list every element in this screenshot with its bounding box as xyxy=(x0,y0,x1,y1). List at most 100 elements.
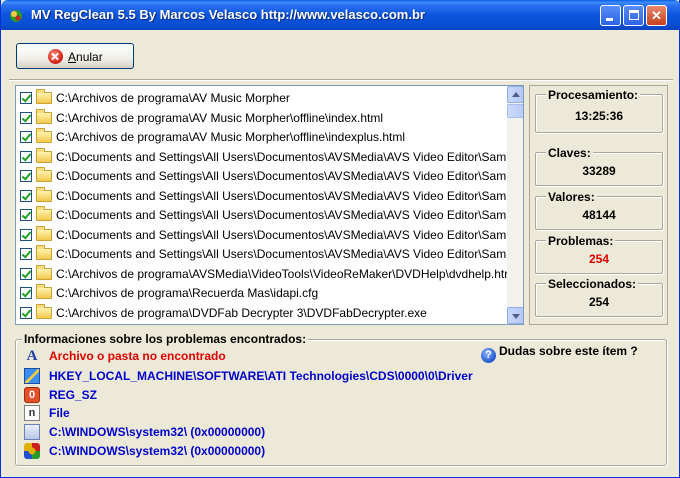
file-icon: n xyxy=(24,405,40,421)
folder-icon xyxy=(36,167,52,182)
checkbox[interactable] xyxy=(20,92,32,104)
title-bar[interactable]: MV RegClean 5.5 By Marcos Velasco http:/… xyxy=(1,0,680,30)
info-text: REG_SZ xyxy=(49,388,98,402)
folder-icon xyxy=(36,128,52,143)
close-icon: ✕ xyxy=(651,8,662,23)
stat-seleccionados: Seleccionados: 254 xyxy=(535,277,663,317)
folder-icon xyxy=(36,206,52,221)
checkbox[interactable] xyxy=(20,248,32,260)
close-button[interactable]: ✕ xyxy=(646,5,667,26)
item-path: C:\Archivos de programa\DVDFab Decrypter… xyxy=(56,305,427,320)
info-title: Informaciones sobre los problemas encont… xyxy=(22,332,309,346)
stat-value: 33289 xyxy=(582,164,616,178)
list-item[interactable]: C:\Archivos de programa\AVSMedia\VideoTo… xyxy=(16,264,509,284)
item-path: C:\Archivos de programa\AV Music Morpher xyxy=(56,91,290,105)
folder-icon xyxy=(36,225,52,241)
list-item[interactable]: C:\Archivos de programa\DVDFab Decrypter… xyxy=(16,303,506,323)
folder-icon xyxy=(36,108,52,124)
item-path: C:\Documents and Settings\All Users\Docu… xyxy=(56,247,513,261)
checkbox[interactable] xyxy=(20,189,32,202)
info-panel: Informaciones sobre los problemas encont… xyxy=(15,332,667,466)
document-icon xyxy=(24,424,40,440)
checkbox[interactable] xyxy=(20,306,32,319)
item-path: C:\Documents and Settings\All Users\Docu… xyxy=(56,208,513,222)
item-path: C:\Documents and Settings\All Users\Docu… xyxy=(56,149,513,164)
item-path: C:\Archivos de programa\AVSMedia\VideoTo… xyxy=(56,266,509,281)
stat-problemas: Problemas: 254 xyxy=(535,234,663,274)
folder-icon xyxy=(36,147,52,163)
item-path: C:\Archivos de programa\AV Music Morpher… xyxy=(56,110,384,125)
checkbox[interactable] xyxy=(20,267,32,280)
scroll-down-button[interactable] xyxy=(507,307,523,324)
info-text: C:\WINDOWS\system32\ (0x00000000) xyxy=(49,425,266,439)
info-text: HKEY_LOCAL_MACHINE\SOFTWARE\ATI Technolo… xyxy=(49,369,473,383)
registry-key-icon xyxy=(24,368,40,384)
checkbox[interactable] xyxy=(20,228,32,241)
window-title: MV RegClean 5.5 By Marcos Velasco http:/… xyxy=(31,7,425,22)
component-icon xyxy=(24,443,40,459)
info-text: C:\WINDOWS\system32\ (0x00000000) xyxy=(49,444,266,458)
stat-claves: Claves: 33289 xyxy=(535,146,663,186)
checkbox[interactable] xyxy=(20,287,32,299)
folder-icon xyxy=(36,245,52,260)
list-item[interactable]: C:\Documents and Settings\All Users\Docu… xyxy=(16,225,513,245)
checkbox[interactable] xyxy=(20,131,32,143)
letter-a-icon: A xyxy=(26,348,38,364)
checkbox[interactable] xyxy=(20,209,32,221)
list-item[interactable]: C:\Archivos de programa\Recuerda Mas\ida… xyxy=(16,283,506,303)
folder-icon xyxy=(36,186,52,202)
stat-label: Procesamiento: xyxy=(546,88,641,102)
help-label: Dudas sobre este ítem ? xyxy=(499,344,638,358)
divider xyxy=(9,79,673,81)
stat-value: 48144 xyxy=(582,208,616,222)
stats-panel: Procesamiento: 13:25:36 Claves: 33289 Va… xyxy=(529,85,668,325)
scroll-thumb[interactable] xyxy=(507,104,523,118)
chevron-down-icon xyxy=(512,314,520,319)
list-item[interactable]: C:\Documents and Settings\All Users\Docu… xyxy=(16,186,513,206)
checkbox[interactable] xyxy=(20,170,32,182)
stat-label: Valores: xyxy=(546,190,597,204)
list-item[interactable]: C:\Documents and Settings\All Users\Docu… xyxy=(16,205,513,225)
app-window: MV RegClean 5.5 By Marcos Velasco http:/… xyxy=(0,0,680,478)
list-item[interactable]: C:\Documents and Settings\All Users\Docu… xyxy=(16,166,513,186)
minimize-icon xyxy=(606,18,613,21)
list-item[interactable]: C:\Archivos de programa\AV Music Morpher… xyxy=(16,127,506,147)
anular-label: Anular xyxy=(68,50,103,64)
anular-button[interactable]: Anular xyxy=(16,43,134,69)
scroll-up-button[interactable] xyxy=(507,86,523,103)
item-path: C:\Documents and Settings\All Users\Docu… xyxy=(56,169,513,183)
stat-value: 254 xyxy=(588,252,610,266)
folder-icon xyxy=(36,89,52,104)
item-path: C:\Archivos de programa\Recuerda Mas\ida… xyxy=(56,286,319,300)
info-text: File xyxy=(49,406,70,420)
checkbox[interactable] xyxy=(20,150,32,163)
list-scrollbar[interactable] xyxy=(507,86,523,324)
list-item[interactable]: C:\Documents and Settings\All Users\Docu… xyxy=(16,147,513,167)
stat-label: Problemas: xyxy=(546,234,616,248)
maximize-icon xyxy=(629,10,639,20)
folder-icon xyxy=(36,284,52,299)
stat-label: Claves: xyxy=(546,146,593,160)
question-icon: ? xyxy=(481,348,496,363)
chevron-up-icon xyxy=(512,92,520,97)
app-logo-icon xyxy=(10,10,22,22)
list-item[interactable]: C:\Archivos de programa\AV Music Morpher xyxy=(16,88,506,108)
folder-icon xyxy=(36,303,52,319)
registry-value-icon: 0 xyxy=(24,387,40,403)
stat-valores: Valores: 48144 xyxy=(535,190,663,230)
item-path: C:\Documents and Settings\All Users\Docu… xyxy=(56,227,513,242)
help-link[interactable]: ? Dudas sobre este ítem ? xyxy=(481,344,638,363)
minimize-button[interactable] xyxy=(600,5,621,26)
maximize-button[interactable] xyxy=(623,5,644,26)
info-text: Archivo o pasta no encontrado xyxy=(49,349,226,363)
stat-label: Seleccionados: xyxy=(546,277,639,291)
stat-value: 254 xyxy=(588,295,610,309)
problem-list[interactable]: C:\Archivos de programa\AV Music Morpher… xyxy=(15,85,524,325)
list-item[interactable]: C:\Documents and Settings\All Users\Docu… xyxy=(16,244,513,264)
problem-rows: C:\Archivos de programa\AV Music Morpher… xyxy=(16,88,513,323)
stat-value: 13:25:36 xyxy=(574,109,624,123)
item-path: C:\Documents and Settings\All Users\Docu… xyxy=(56,188,513,203)
stat-procesamiento: Procesamiento: 13:25:36 xyxy=(535,88,663,133)
checkbox[interactable] xyxy=(20,111,32,124)
list-item[interactable]: C:\Archivos de programa\AV Music Morpher… xyxy=(16,108,506,128)
